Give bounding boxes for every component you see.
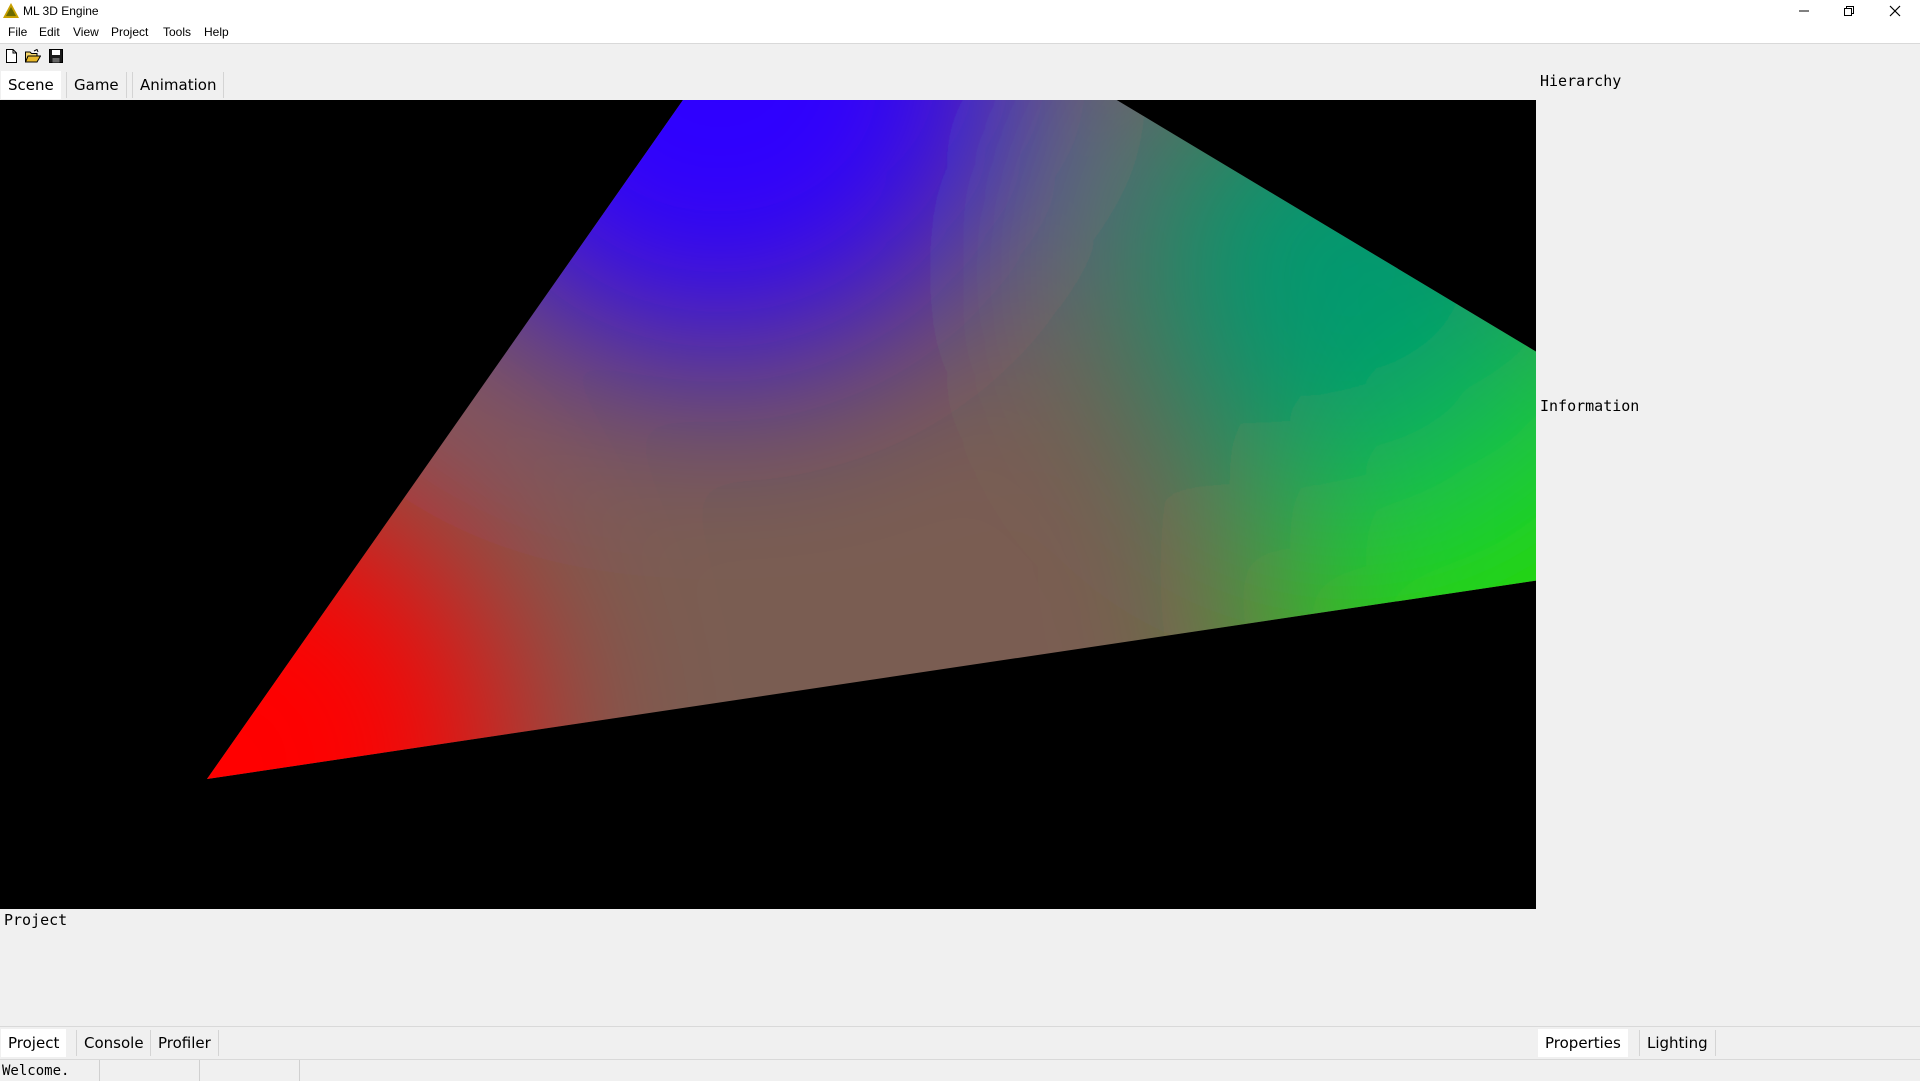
tab-profiler[interactable]: Profiler	[150, 1030, 219, 1056]
menu-file[interactable]: File	[8, 25, 27, 39]
triangle-app-icon	[3, 3, 19, 18]
tab-project[interactable]: Project	[1, 1029, 67, 1057]
tab-properties[interactable]: Properties	[1538, 1029, 1628, 1057]
window-title: ML 3D Engine	[23, 4, 99, 18]
save-button[interactable]	[47, 47, 65, 65]
tab-scene[interactable]: Scene	[1, 71, 61, 99]
open-button[interactable]	[24, 47, 42, 65]
hierarchy-panel-title: Hierarchy	[1540, 72, 1622, 90]
minimize-button[interactable]	[1781, 0, 1827, 22]
menu-edit[interactable]: Edit	[39, 25, 60, 39]
title-bar: ML 3D Engine	[0, 0, 1920, 22]
scene-viewport[interactable]	[0, 100, 1536, 909]
menu-help[interactable]: Help	[204, 25, 229, 39]
status-cell-3	[200, 1060, 300, 1081]
status-bar: Welcome.	[0, 1059, 1920, 1081]
new-file-button[interactable]	[2, 47, 20, 65]
menu-project[interactable]: Project	[111, 25, 148, 39]
tab-animation[interactable]: Animation	[132, 72, 225, 98]
tab-lighting[interactable]: Lighting	[1639, 1030, 1716, 1056]
rendered-triangle-canvas	[207, 100, 1536, 779]
menu-bar: File Edit View Project Tools Help	[0, 22, 1920, 44]
restore-icon	[1844, 6, 1854, 16]
gradient-triangle	[207, 100, 1536, 779]
tab-game[interactable]: Game	[66, 72, 127, 98]
project-panel-title: Project	[4, 911, 68, 929]
status-cell-2	[100, 1060, 200, 1081]
close-button[interactable]	[1872, 0, 1918, 22]
bottom-panel-divider	[0, 1026, 1920, 1027]
menu-tools[interactable]: Tools	[163, 25, 191, 39]
menu-view[interactable]: View	[73, 25, 99, 39]
status-text: Welcome.	[2, 1063, 70, 1079]
restore-button[interactable]	[1826, 0, 1872, 22]
tab-console[interactable]: Console	[76, 1030, 152, 1056]
toolbar	[0, 44, 1920, 68]
open-folder-icon	[25, 49, 41, 63]
information-panel-title: Information	[1540, 397, 1640, 415]
save-icon	[49, 49, 63, 63]
close-icon	[1889, 5, 1901, 17]
minimize-icon	[1799, 10, 1809, 12]
new-file-icon	[5, 49, 17, 63]
